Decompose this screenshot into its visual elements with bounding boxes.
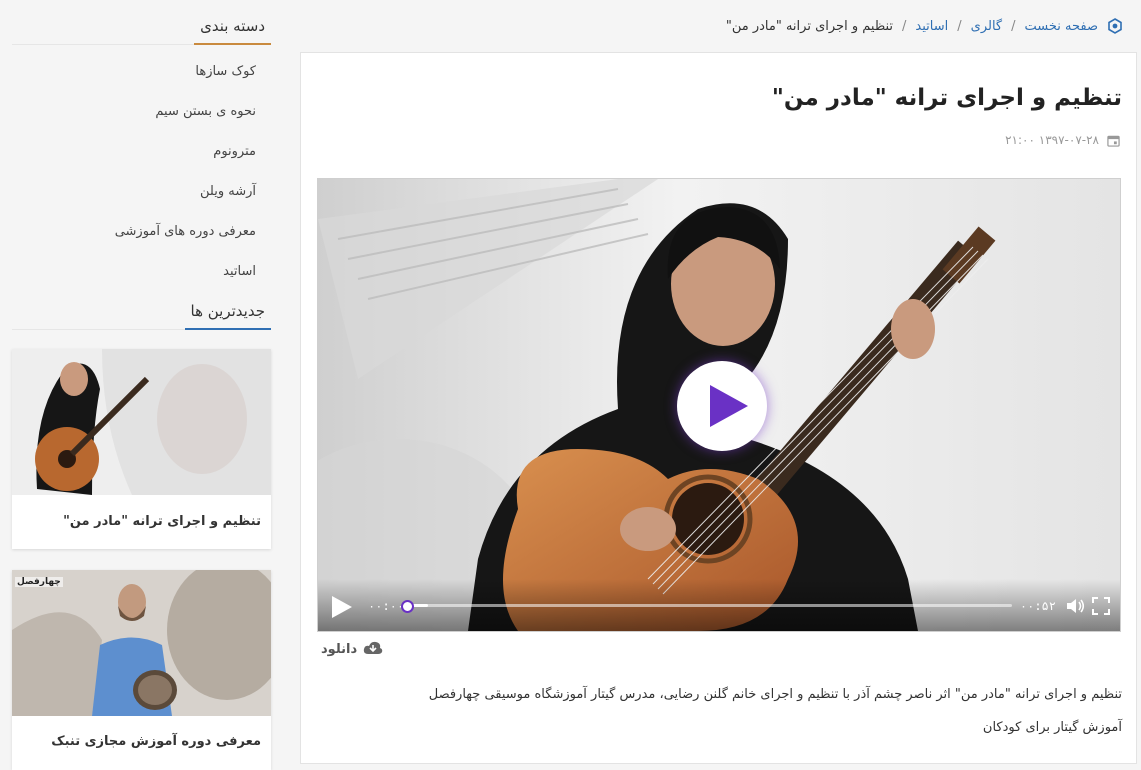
post-card: تنظیم و اجرای ترانه "مادر من" ۱۳۹۷-۰۷-۲۸… [300,52,1137,764]
seek-bar[interactable] [401,600,1012,613]
post-caption: معرفی دوره آموزش مجازی تنبک [51,734,261,749]
volume-icon[interactable] [1066,597,1086,615]
post-thumbnail [12,349,271,495]
category-item[interactable]: معرفی دوره های آموزشی [12,212,271,252]
fullscreen-icon[interactable] [1092,597,1110,615]
latest-post-card[interactable]: چهارفصل معرفی دوره آموزش مجازی تنبک [12,570,271,770]
post-tag-line: آموزش گیتار برای کودکان [982,720,1122,735]
post-description: تنظیم و اجرای ترانه "مادر من" اثر ناصر چ… [428,687,1122,702]
category-list: کوک سازها نحوه ی بستن سیم مترونوم آرشه و… [12,52,271,292]
category-item[interactable]: نحوه ی بستن سیم [12,92,271,132]
breadcrumb-gallery-link[interactable]: گالری [971,19,1002,34]
control-play-icon[interactable] [332,596,352,618]
latest-header: جدیدترین ها [12,285,271,330]
play-button[interactable] [677,361,767,451]
category-item[interactable]: کوک سازها [12,52,271,92]
latest-title: جدیدترین ها [184,302,271,330]
categories-title: دسته بندی [194,17,271,45]
cloud-download-icon [363,641,383,654]
post-thumbnail: چهارفصل [12,570,271,716]
breadcrumb-separator: / [1011,18,1016,34]
category-item[interactable]: آرشه ویلن [12,172,271,212]
video-player[interactable]: ۰۰:۰۰ ۰۰:۵۲ [317,178,1121,632]
video-controls: ۰۰:۰۰ ۰۰:۵۲ [318,579,1120,631]
breadcrumb-home-link[interactable]: صفحه نخست [1025,19,1098,34]
page-title: تنظیم و اجرای ترانه "مادر من" [771,85,1122,111]
calendar-icon [1107,135,1120,147]
breadcrumb-current: تنظیم و اجرای ترانه "مادر من" [725,18,894,34]
duration: ۰۰:۵۲ [1019,599,1056,613]
post-date: ۱۳۹۷-۰۷-۲۸ ۲۱:۰۰ [1005,133,1120,147]
post-date-text: ۱۳۹۷-۰۷-۲۸ ۲۱:۰۰ [1005,133,1099,147]
brand-logo: چهارفصل [15,577,63,587]
current-time: ۰۰:۰۰ [368,599,405,613]
breadcrumb-separator: / [902,18,907,34]
play-icon [710,385,748,427]
download-button[interactable]: دانلود [321,640,383,658]
breadcrumb-teachers-link[interactable]: اساتید [915,19,948,34]
breadcrumb: صفحه نخست / گالری / اساتید / تنظیم و اجر… [726,18,1123,34]
category-item[interactable]: مترونوم [12,132,271,172]
categories-header: دسته بندی [12,0,271,45]
post-caption: تنظیم و اجرای ترانه "مادر من" [63,514,261,529]
breadcrumb-separator: / [957,18,962,34]
download-label: دانلود [321,641,358,657]
home-icon[interactable] [1107,18,1123,34]
seek-handle[interactable] [401,600,414,613]
latest-post-card[interactable]: تنظیم و اجرای ترانه "مادر من" [12,349,271,549]
